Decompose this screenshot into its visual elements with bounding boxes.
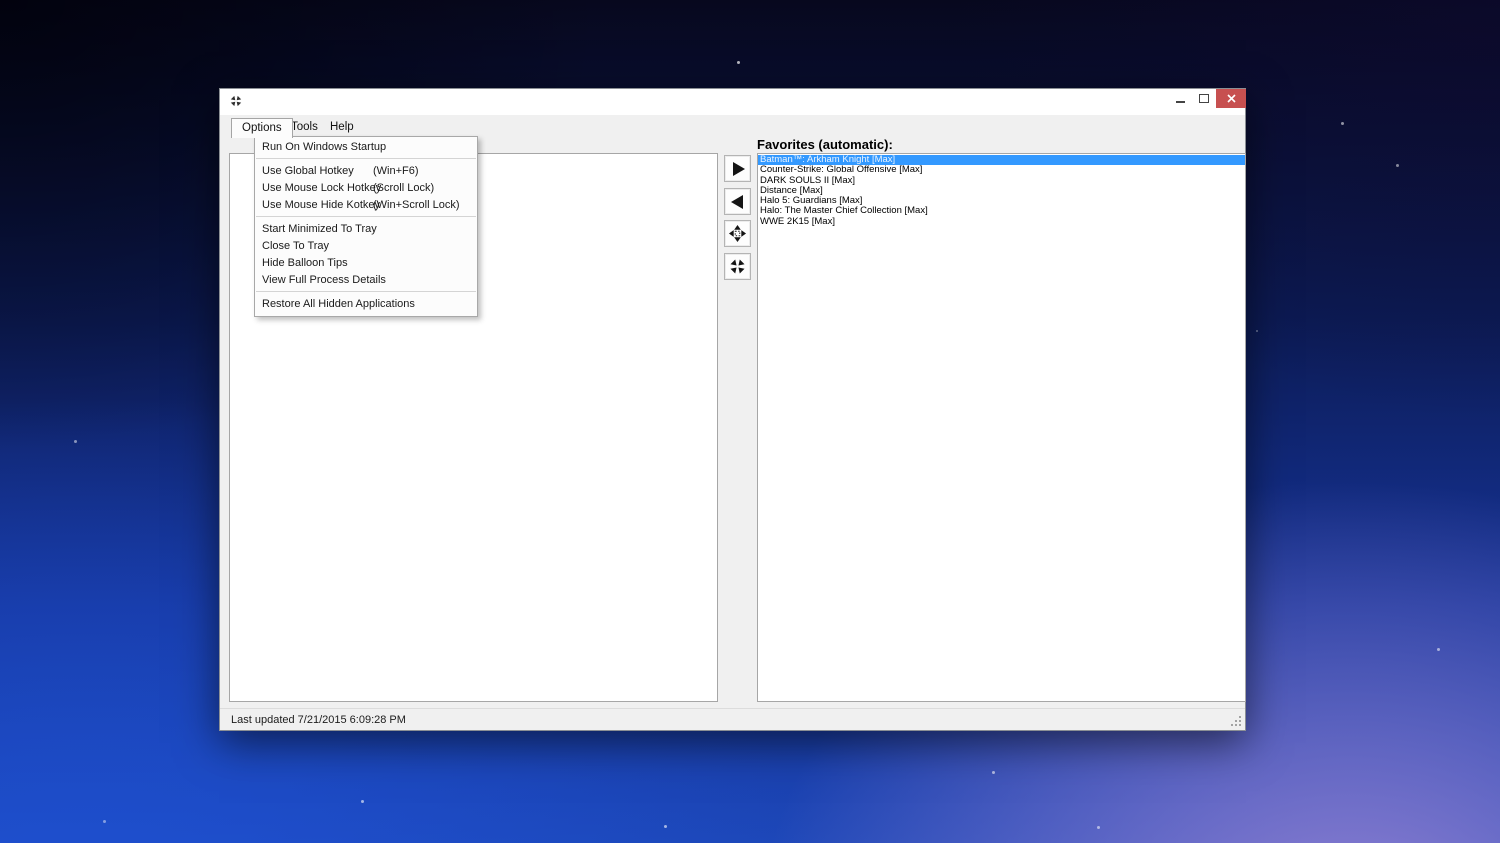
menu-item-label: Hide Balloon Tips (262, 257, 348, 269)
minimize-icon (1176, 101, 1185, 103)
menu-item-start-minimized-to-tray[interactable]: Start Minimized To Tray (255, 221, 477, 238)
star-icon (1097, 826, 1100, 829)
menu-item-shortcut: (Win+F6) (373, 163, 419, 180)
menu-item-use-global-hotkey[interactable]: Use Global Hotkey (Win+F6) (255, 163, 477, 180)
star-icon (992, 771, 995, 774)
menu-item-shortcut: (Win+Scroll Lock) (373, 197, 460, 214)
add-to-favorites-button[interactable] (724, 155, 751, 182)
menubar-item-help[interactable]: Help (320, 118, 364, 137)
star-icon (74, 440, 77, 443)
favorites-item[interactable]: Counter-Strike: Global Offensive [Max] (758, 165, 1245, 175)
close-x-icon (1227, 94, 1236, 103)
star-icon (1437, 648, 1440, 651)
expand-window-button[interactable] (724, 220, 751, 247)
menu-item-hide-balloon-tips[interactable]: Hide Balloon Tips (255, 255, 477, 272)
menubar-item-options[interactable]: Options (231, 118, 293, 138)
left-triangle-icon (729, 193, 747, 211)
maximize-icon (1199, 94, 1209, 103)
menu-item-label: Start Minimized To Tray (262, 223, 377, 235)
menu-item-close-to-tray[interactable]: Close To Tray (255, 238, 477, 255)
star-icon (1256, 330, 1258, 332)
star-icon (1341, 122, 1344, 125)
minimize-button[interactable] (1168, 89, 1192, 108)
app-shrink-arrows-icon (229, 94, 243, 108)
favorites-item[interactable]: Batman™: Arkham Knight [Max] (758, 155, 1245, 165)
menu-item-label: Run On Windows Startup (262, 141, 386, 153)
resize-grip-icon[interactable] (1230, 715, 1243, 728)
menu-item-use-mouse-hide-kotkey[interactable]: Use Mouse Hide Kotkey(Win+Scroll Lock) (255, 197, 477, 214)
menu-item-shortcut: (Scroll Lock) (373, 180, 434, 197)
favorites-item[interactable]: WWE 2K15 [Max] (758, 217, 1245, 227)
statusbar: Last updated 7/21/2015 6:09:28 PM (220, 708, 1245, 730)
app-window: Options Tools Help Favorites (automatic)… (219, 88, 1246, 731)
menu-item-label: Close To Tray (262, 240, 329, 252)
titlebar[interactable] (220, 89, 1245, 115)
favorites-item[interactable]: Halo: The Master Chief Collection [Max] (758, 206, 1245, 216)
arrows-in-icon (728, 257, 747, 276)
menu-item-label: View Full Process Details (262, 274, 386, 286)
menu-item-label: Use Mouse Lock Hotkey (262, 182, 381, 194)
star-icon (1396, 164, 1399, 167)
menu-item-view-full-process-details[interactable]: View Full Process Details (255, 272, 477, 289)
maximize-button[interactable] (1192, 89, 1216, 108)
menu-item-label: Use Mouse Hide Kotkey (262, 199, 380, 211)
menu-item-label: Restore All Hidden Applications (262, 298, 415, 310)
arrows-out-icon (728, 224, 747, 243)
star-icon (664, 825, 667, 828)
close-button[interactable] (1216, 89, 1246, 108)
last-updated-text: Last updated 7/21/2015 6:09:28 PM (231, 709, 406, 731)
star-icon (737, 61, 740, 64)
options-dropdown: Run On Windows Startup Use Global Hotkey (… (254, 136, 478, 317)
favorites-item[interactable]: Halo 5: Guardians [Max] (758, 196, 1245, 206)
favorites-label: Favorites (automatic): (757, 137, 893, 152)
menu-item-restore-all-hidden-applications[interactable]: Restore All Hidden Applications (255, 296, 477, 313)
desktop: Options Tools Help Favorites (automatic)… (0, 0, 1500, 843)
star-icon (361, 800, 364, 803)
menu-item-label: Use Global Hotkey (262, 165, 354, 177)
collapse-window-button[interactable] (724, 253, 751, 280)
right-triangle-icon (729, 160, 747, 178)
favorites-item[interactable]: DARK SOULS II [Max] (758, 176, 1245, 186)
menu-item-use-mouse-lock-hotkey[interactable]: Use Mouse Lock Hotkey(Scroll Lock) (255, 180, 477, 197)
favorites-item[interactable]: Distance [Max] (758, 186, 1245, 196)
favorites-listbox[interactable]: Batman™: Arkham Knight [Max]Counter-Stri… (757, 153, 1246, 702)
menu-item-run-on-windows-startup[interactable]: Run On Windows Startup (255, 139, 477, 156)
remove-from-favorites-button[interactable] (724, 188, 751, 215)
star-icon (103, 820, 106, 823)
